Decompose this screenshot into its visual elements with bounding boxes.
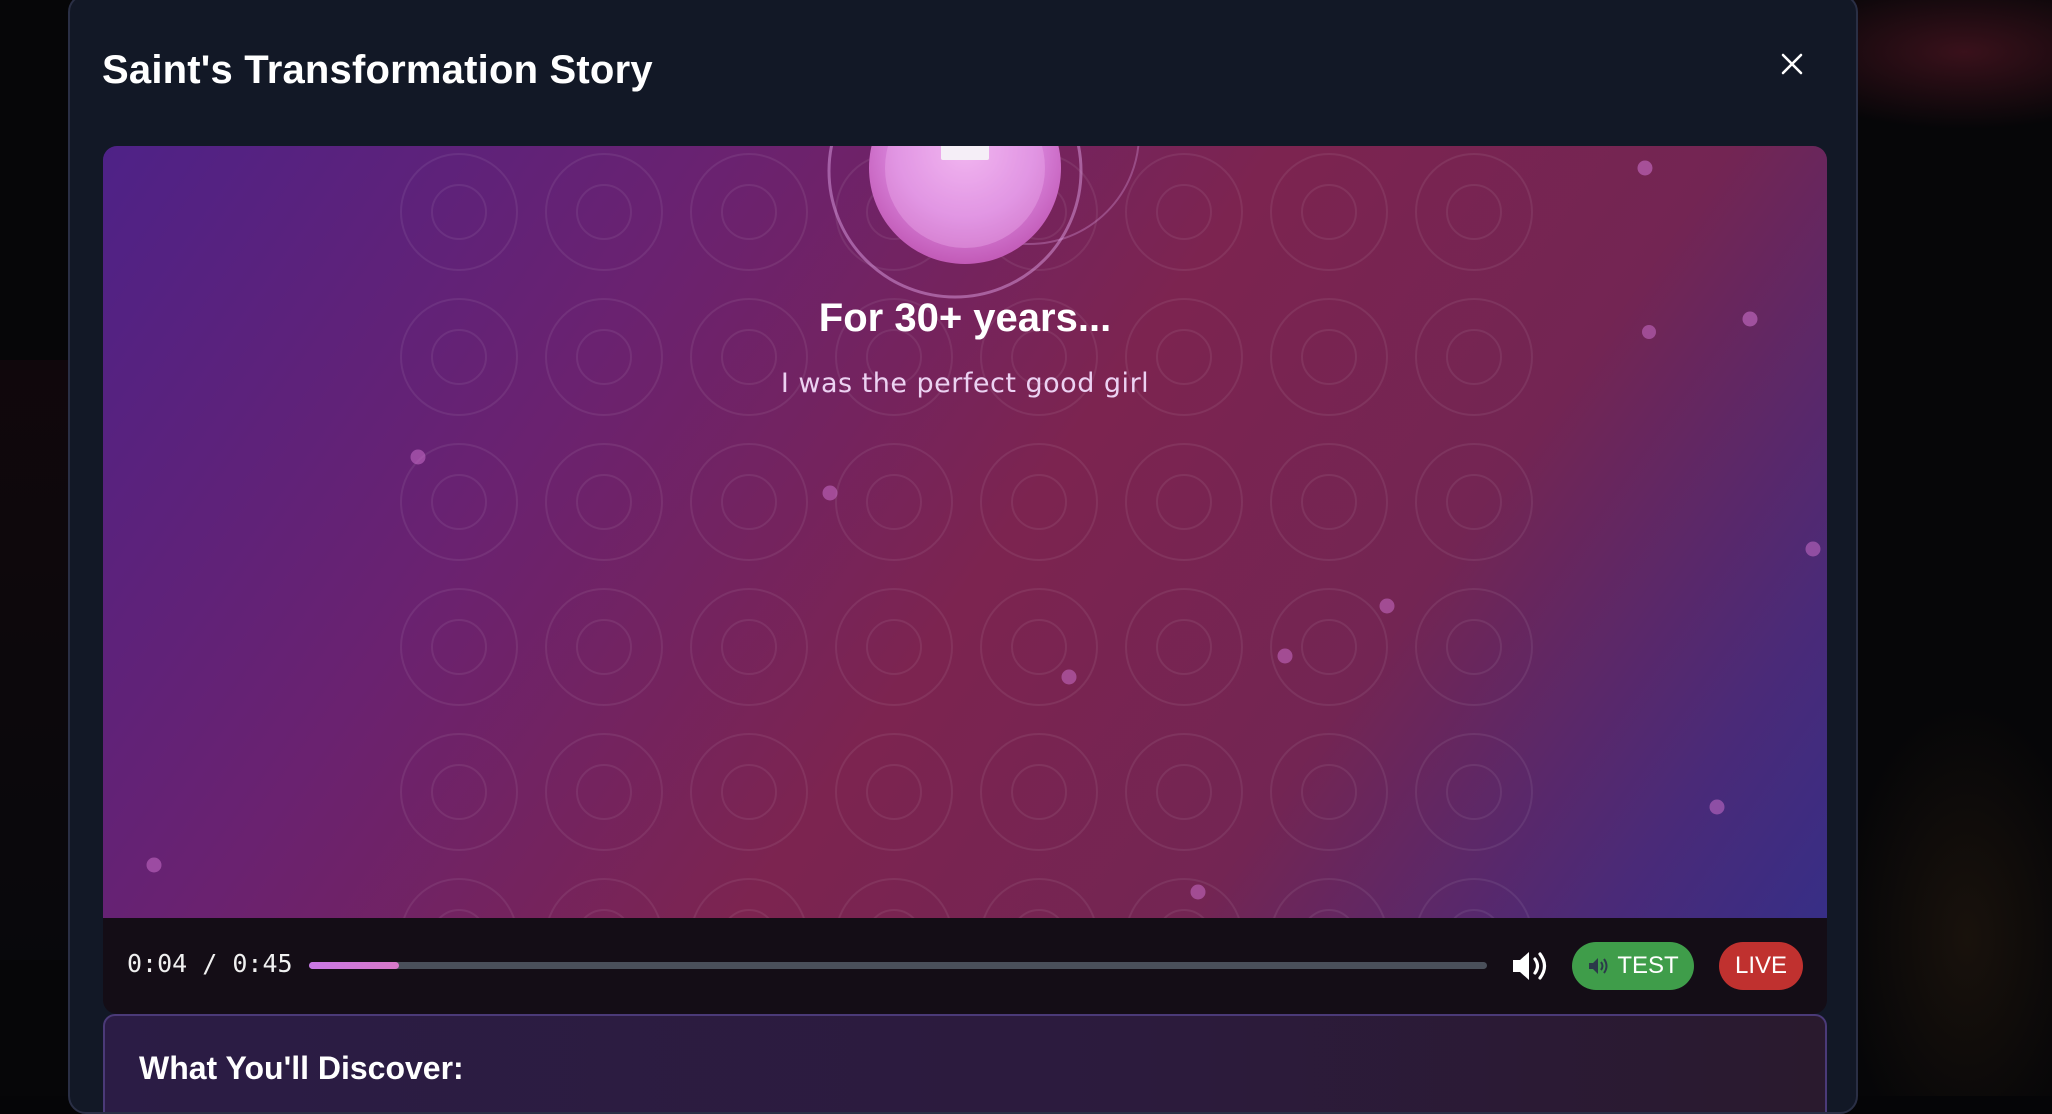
live-button[interactable]: LIVE [1719,942,1803,990]
test-button[interactable]: TEST [1572,942,1694,990]
time-display: 0:04 / 0:45 [127,949,293,978]
progress-fill [309,962,399,969]
progress-bar[interactable] [309,962,1487,969]
discover-title: What You'll Discover: [139,1050,464,1086]
story-modal: Saint's Transformation Story For 30+ yea… [68,0,1858,1114]
test-button-label: TEST [1617,952,1679,979]
discover-panel: What You'll Discover: [103,1014,1827,1112]
video-subline: I was the perfect good girl [780,368,1150,399]
modal-title: Saint's Transformation Story [102,48,653,92]
backdrop-glow [0,360,68,960]
video-stage[interactable]: For 30+ years... I was the perfect good … [103,146,1827,918]
video-player: For 30+ years... I was the perfect good … [103,146,1827,1014]
video-headline: For 30+ years... [818,296,1112,340]
video-controls: 0:04 / 0:45 TEST LIVE [103,918,1827,1014]
volume-up-icon [1513,952,1547,980]
volume-button[interactable] [1509,946,1553,986]
backdrop-glow [1840,700,2052,1096]
close-icon [1781,53,1803,75]
floating-particles [146,160,1821,900]
live-button-label: LIVE [1734,952,1788,979]
speaker-icon [1589,958,1608,974]
close-button[interactable] [1770,42,1814,86]
